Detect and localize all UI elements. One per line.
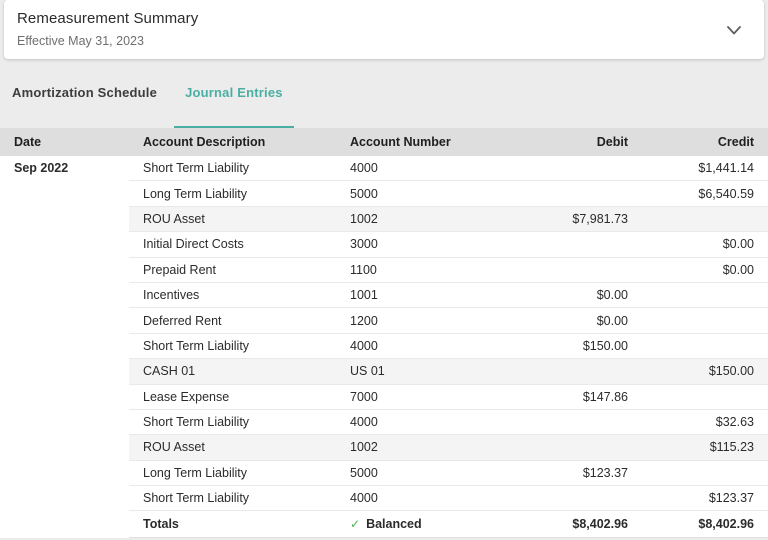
debit-cell: $123.37: [506, 466, 628, 480]
tab-amortization-schedule[interactable]: Amortization Schedule: [1, 83, 168, 128]
credit-cell: $32.63: [628, 415, 754, 429]
table-row: Short Term Liability 4000 $1,441.14: [129, 156, 768, 181]
table-row: Incentives 1001 $0.00: [129, 283, 768, 308]
account-description-cell: Prepaid Rent: [129, 263, 336, 277]
table-row: Initial Direct Costs 3000 $0.00: [129, 232, 768, 257]
credit-cell: $0.00: [628, 237, 754, 251]
account-number-cell: 1001: [336, 288, 506, 302]
account-number-cell: 4000: [336, 161, 506, 175]
debit-cell: $0.00: [506, 314, 628, 328]
account-description-cell: Short Term Liability: [129, 339, 336, 353]
account-number-cell: US 01: [336, 364, 506, 378]
table-row: Lease Expense 7000 $147.86: [129, 385, 768, 410]
account-description-cell: ROU Asset: [129, 212, 336, 226]
column-header-credit: Credit: [628, 135, 754, 149]
table-row: Short Term Liability 4000 $123.37: [129, 486, 768, 511]
account-description-cell: Lease Expense: [129, 390, 336, 404]
account-number-cell: 1002: [336, 440, 506, 454]
account-description-cell: Initial Direct Costs: [129, 237, 336, 251]
chevron-down-icon: [727, 23, 741, 38]
balanced-status: ✓ Balanced: [336, 517, 506, 531]
account-number-cell: 4000: [336, 415, 506, 429]
account-number-cell: 3000: [336, 237, 506, 251]
table-row: CASH 01 US 01 $150.00: [129, 359, 768, 384]
account-description-cell: Short Term Liability: [129, 491, 336, 505]
tab-journal-entries[interactable]: Journal Entries: [174, 83, 294, 128]
column-header-description: Account Description: [129, 135, 336, 149]
account-description-cell: Long Term Liability: [129, 466, 336, 480]
totals-row: Totals ✓ Balanced $8,402.96 $8,402.96: [129, 511, 768, 538]
effective-date-label: Effective May 31, 2023: [17, 34, 748, 48]
account-number-cell: 4000: [336, 339, 506, 353]
check-icon: ✓: [350, 517, 360, 531]
table-row: Prepaid Rent 1100 $0.00: [129, 258, 768, 283]
table-row: ROU Asset 1002 $115.23: [129, 435, 768, 460]
debit-cell: $150.00: [506, 339, 628, 353]
table-row: Long Term Liability 5000 $6,540.59: [129, 181, 768, 206]
column-header-debit: Debit: [506, 135, 628, 149]
date-group-label: Sep 2022: [14, 156, 129, 181]
credit-cell: $150.00: [628, 364, 754, 378]
column-header-date: Date: [0, 135, 129, 149]
account-description-cell: Incentives: [129, 288, 336, 302]
account-description-cell: ROU Asset: [129, 440, 336, 454]
account-number-cell: 7000: [336, 390, 506, 404]
account-description-cell: Short Term Liability: [129, 161, 336, 175]
account-number-cell: 1002: [336, 212, 506, 226]
collapse-summary-button[interactable]: [722, 18, 746, 42]
account-description-cell: Deferred Rent: [129, 314, 336, 328]
debit-cell: $147.86: [506, 390, 628, 404]
table-body: Sep 2022 Short Term Liability 4000 $1,44…: [0, 156, 768, 538]
column-header-account-number: Account Number: [336, 135, 506, 149]
account-number-cell: 4000: [336, 491, 506, 505]
table-row: Short Term Liability 4000 $150.00: [129, 334, 768, 359]
credit-cell: $1,441.14: [628, 161, 754, 175]
totals-debit: $8,402.96: [506, 517, 628, 531]
balanced-status-label: Balanced: [366, 517, 422, 531]
table-row: Long Term Liability 5000 $123.37: [129, 461, 768, 486]
account-number-cell: 5000: [336, 466, 506, 480]
table-row: Deferred Rent 1200 $0.00: [129, 308, 768, 333]
totals-label: Totals: [129, 517, 336, 531]
summary-card: Remeasurement Summary Effective May 31, …: [4, 0, 764, 59]
credit-cell: $6,540.59: [628, 187, 754, 201]
debit-cell: $7,981.73: [506, 212, 628, 226]
account-description-cell: Short Term Liability: [129, 415, 336, 429]
credit-cell: $115.23: [628, 440, 754, 454]
table-row: Short Term Liability 4000 $32.63: [129, 410, 768, 435]
tab-bar: Amortization ScheduleJournal Entries: [0, 59, 768, 128]
date-column: Sep 2022: [0, 156, 129, 538]
table-row: ROU Asset 1002 $7,981.73: [129, 207, 768, 232]
account-description-cell: CASH 01: [129, 364, 336, 378]
account-number-cell: 1100: [336, 263, 506, 277]
credit-cell: $123.37: [628, 491, 754, 505]
table-rows: Short Term Liability 4000 $1,441.14 Long…: [129, 156, 768, 538]
page-title: Remeasurement Summary: [17, 10, 748, 27]
account-description-cell: Long Term Liability: [129, 187, 336, 201]
account-number-cell: 1200: [336, 314, 506, 328]
totals-credit: $8,402.96: [628, 517, 754, 531]
journal-entries-table: Date Account Description Account Number …: [0, 128, 768, 538]
debit-cell: $0.00: [506, 288, 628, 302]
table-header-row: Date Account Description Account Number …: [0, 128, 768, 156]
credit-cell: $0.00: [628, 263, 754, 277]
account-number-cell: 5000: [336, 187, 506, 201]
